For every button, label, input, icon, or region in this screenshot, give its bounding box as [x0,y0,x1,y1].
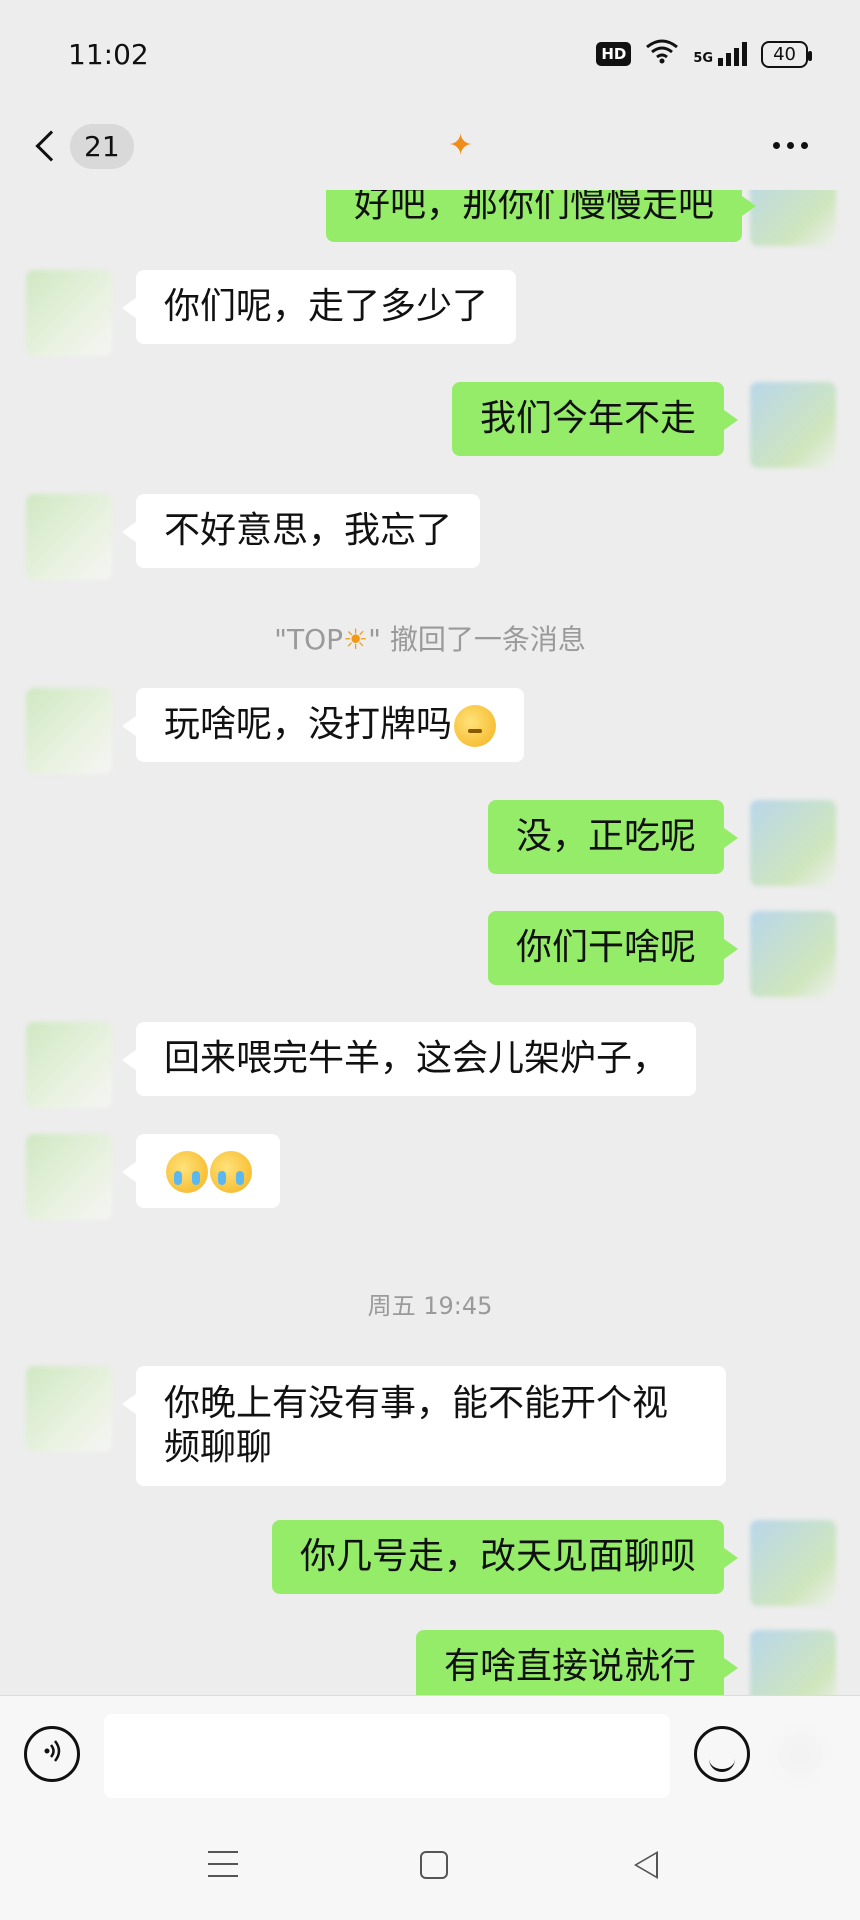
message-bubble-outgoing[interactable]: 你几号走，改天见面聊呗 [271,1520,739,1594]
crying-emoji-icon [210,1151,252,1193]
contact-avatar[interactable] [26,494,112,580]
contact-avatar[interactable] [26,270,112,356]
message-bubble-incoming[interactable]: 不好意思，我忘了 [121,494,481,568]
message-bubble-incoming[interactable]: 玩啥呢，没打牌吗 [121,688,525,762]
crying-emoji-icon [166,1151,208,1193]
sun-icon: ☀ [343,623,369,656]
back-button[interactable]: 21 [30,118,134,174]
system-navigation-bar [0,1815,860,1920]
contact-avatar[interactable] [26,1366,112,1452]
hd-badge: HD [596,42,632,66]
emoji-button[interactable] [694,1726,750,1782]
message-input-bar [0,1695,860,1815]
my-avatar[interactable] [750,800,836,886]
timestamp-divider: 周五 19:45 [367,1292,493,1320]
my-avatar[interactable] [750,911,836,997]
plus-button[interactable] [772,1726,828,1782]
battery-indicator: 40 [761,40,812,68]
recall-notice-text: " 撤回了一条消息 [368,623,586,656]
status-time: 11:02 [68,38,149,71]
voice-icon [39,1738,65,1770]
message-bubble-outgoing[interactable]: 没，正吃呢 [487,800,739,874]
unread-count-badge: 21 [70,123,134,169]
status-bar: 11:02 HD 5G 40 [0,0,860,110]
my-avatar[interactable] [750,1520,836,1606]
message-bubble-outgoing[interactable]: 我们今年不走 [451,382,739,456]
contact-avatar[interactable] [26,1134,112,1220]
more-button[interactable] [760,120,820,170]
chevron-left-icon [35,130,67,162]
message-bubble-incoming[interactable]: 你晚上有没有事，能不能开个视频聊聊 [122,1366,726,1486]
signal-icon: 5G [693,42,748,66]
recall-notice-sender: "TOP [274,623,343,656]
contact-avatar[interactable] [26,688,112,774]
chat-header: 21 ✦ [0,110,860,190]
wifi-icon [645,38,679,70]
system-back-button[interactable] [634,1851,658,1879]
voice-button[interactable] [24,1726,80,1782]
message-bubble-outgoing[interactable]: 你们干啥呢 [487,911,739,985]
my-avatar[interactable] [750,1630,836,1695]
recent-apps-button[interactable] [208,1851,238,1879]
message-bubble-outgoing[interactable]: 好吧，那你们慢慢走吧 [325,190,757,242]
message-bubble-incoming[interactable] [122,1134,280,1208]
chat-message-list[interactable]: 好吧，那你们慢慢走吧 你们呢，走了多少了 我们今年不走 不好意思，我忘了 "TO… [0,190,860,1695]
message-text: 玩啥呢，没打牌吗 [164,704,453,745]
message-bubble-incoming[interactable]: 你们呢，走了多少了 [121,270,517,344]
status-icons: HD 5G 40 [596,38,812,70]
message-bubble-incoming[interactable]: 回来喂完牛羊，这会儿架炉子， [121,1022,697,1096]
network-type: 5G [693,51,714,66]
message-input[interactable] [104,1714,670,1798]
thinking-emoji-icon [454,705,497,747]
message-bubble-outgoing[interactable]: 有啥直接说就行 [415,1630,739,1695]
contact-avatar[interactable] [26,1022,112,1108]
more-dots-icon [772,141,780,149]
recall-notice: "TOP☀" 撤回了一条消息 [0,618,860,658]
chat-title-icon: ✦ [448,128,474,163]
my-avatar[interactable] [750,190,836,246]
my-avatar[interactable] [750,382,836,468]
menu-icon [208,1851,238,1853]
home-button[interactable] [420,1851,448,1879]
